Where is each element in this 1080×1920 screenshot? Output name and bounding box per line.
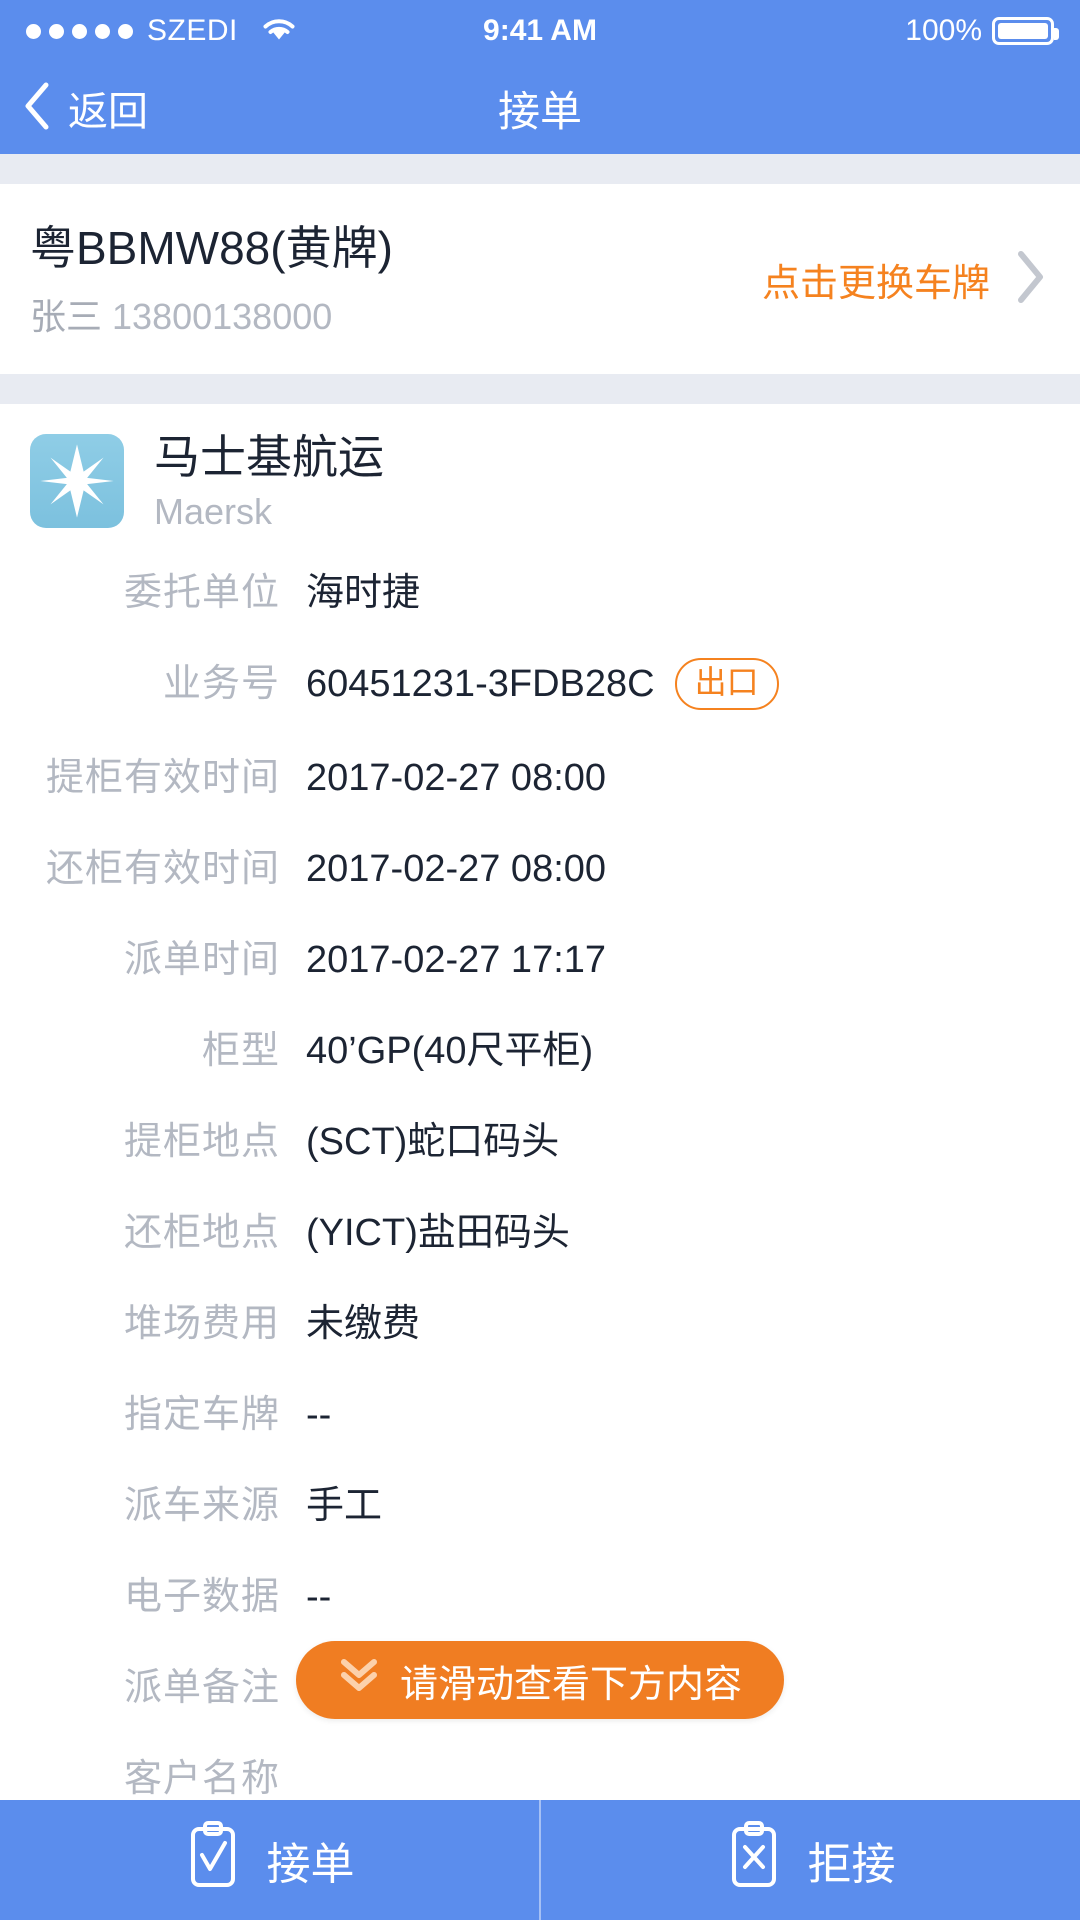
field-label: 电子数据 bbox=[123, 1576, 280, 1619]
order-row-assigned-plate: 指定车牌 -- bbox=[0, 1383, 1080, 1438]
field-value: 未缴费 bbox=[306, 1303, 421, 1346]
field-value: 海时捷 bbox=[306, 571, 421, 614]
status-badge: 出口 bbox=[674, 658, 779, 711]
back-button-label: 返回 bbox=[68, 90, 148, 134]
field-value: 2017-02-27 08:00 bbox=[306, 757, 607, 800]
order-row-pickup-valid-time: 提柜有效时间 2017-02-27 08:00 bbox=[0, 746, 1080, 801]
field-value: 60451231-3FDB28C bbox=[306, 662, 655, 705]
maersk-star-icon bbox=[30, 434, 124, 529]
field-value: -- bbox=[306, 1576, 332, 1619]
plate-number: 粤BBMW88(黄牌) bbox=[30, 222, 393, 274]
field-value-wrap: 未缴费 bbox=[306, 1292, 420, 1347]
section-separator-middle bbox=[0, 373, 1080, 404]
field-value: 2017-02-27 08:00 bbox=[306, 848, 607, 891]
bottom-action-bar: 接单 拒接 bbox=[0, 1800, 1080, 1920]
field-value: (SCT)蛇口码头 bbox=[306, 1121, 560, 1164]
field-value: -- bbox=[306, 1394, 332, 1437]
scroll-hint-label: 请滑动查看下方内容 bbox=[399, 1663, 743, 1706]
wifi-icon bbox=[260, 15, 298, 48]
field-label: 柜型 bbox=[201, 1030, 280, 1073]
field-value: 2017-02-27 17:17 bbox=[306, 939, 607, 982]
signal-strength-icon bbox=[26, 23, 133, 39]
field-value-wrap: 2017-02-27 17:17 bbox=[306, 939, 606, 982]
field-label: 派单时间 bbox=[123, 939, 280, 982]
carrier-names: 马士基航运 Maersk bbox=[154, 430, 384, 533]
page-title: 接单 bbox=[497, 87, 582, 135]
field-value: (YICT)盐田码头 bbox=[306, 1212, 570, 1255]
back-button[interactable]: 返回 bbox=[0, 62, 148, 154]
field-label: 派单备注 bbox=[123, 1667, 280, 1710]
field-value-wrap: (SCT)蛇口码头 bbox=[306, 1110, 559, 1165]
battery-full-icon bbox=[992, 17, 1059, 45]
order-row-customer-name: 客户名称 bbox=[0, 1747, 1080, 1802]
vehicle-plate-card[interactable]: 粤BBMW88(黄牌) 张三 13800138000 点击更换车牌 bbox=[0, 184, 1080, 374]
carrier-label: SZEDI bbox=[147, 14, 238, 47]
field-value-wrap: 手工 bbox=[306, 1474, 382, 1529]
order-row-return-valid-time: 还柜有效时间 2017-02-27 08:00 bbox=[0, 837, 1080, 892]
order-row-business-no: 业务号 60451231-3FDB28C 出口 bbox=[0, 652, 1080, 711]
order-row-pickup-location: 提柜地点 (SCT)蛇口码头 bbox=[0, 1110, 1080, 1165]
field-label: 派车来源 bbox=[123, 1485, 280, 1528]
field-value-wrap: 海时捷 bbox=[306, 561, 420, 616]
nav-bar: 返回 接单 bbox=[0, 62, 1080, 154]
section-separator-top bbox=[0, 154, 1080, 184]
order-row-electronic-data: 电子数据 -- bbox=[0, 1565, 1080, 1620]
carrier-name-en: Maersk bbox=[154, 490, 273, 532]
field-value-wrap: 2017-02-27 08:00 bbox=[306, 848, 606, 891]
reject-order-button[interactable]: 拒接 bbox=[541, 1800, 1080, 1920]
clipboard-x-icon bbox=[726, 1820, 782, 1900]
status-bar: SZEDI 9:41 AM 100% bbox=[0, 0, 1080, 62]
carrier-name-cn: 马士基航运 bbox=[154, 430, 384, 483]
vehicle-plate-info: 粤BBMW88(黄牌) 张三 13800138000 bbox=[30, 220, 762, 340]
order-row-entrust-company: 委托单位 海时捷 bbox=[0, 561, 1080, 616]
order-row-dispatch-source: 派车来源 手工 bbox=[0, 1474, 1080, 1529]
field-label: 业务号 bbox=[162, 662, 280, 705]
field-label: 委托单位 bbox=[123, 571, 280, 614]
clipboard-check-icon bbox=[185, 1820, 241, 1900]
status-bar-left: SZEDI bbox=[26, 14, 298, 48]
double-chevron-down-icon bbox=[338, 1656, 380, 1704]
app-screen: SZEDI 9:41 AM 100% 返回 接单 粤BBMW88(黄牌) 张三 … bbox=[0, 0, 1080, 1920]
driver-name: 张三 bbox=[30, 295, 103, 337]
change-plate-label: 点击更换车牌 bbox=[761, 263, 990, 306]
order-row-return-location: 还柜地点 (YICT)盐田码头 bbox=[0, 1201, 1080, 1256]
field-value-wrap: 2017-02-27 08:00 bbox=[306, 757, 606, 800]
accept-order-button[interactable]: 接单 bbox=[0, 1800, 539, 1920]
field-value-wrap: 60451231-3FDB28C 出口 bbox=[306, 658, 779, 711]
field-label: 还柜有效时间 bbox=[45, 848, 280, 891]
order-row-yard-fee: 堆场费用 未缴费 bbox=[0, 1292, 1080, 1347]
order-detail-panel: 马士基航运 Maersk 委托单位 海时捷 业务号 60451231-3FDB2… bbox=[0, 403, 1080, 1839]
order-row-container-type: 柜型 40’GP(40尺平柜) bbox=[0, 1019, 1080, 1074]
reject-order-label: 拒接 bbox=[807, 1840, 896, 1889]
field-label: 堆场费用 bbox=[123, 1303, 280, 1346]
scroll-hint-button[interactable]: 请滑动查看下方内容 bbox=[295, 1641, 785, 1719]
field-value: 手工 bbox=[306, 1485, 383, 1528]
status-bar-right: 100% bbox=[905, 14, 1059, 48]
field-value-wrap: (YICT)盐田码头 bbox=[306, 1201, 570, 1256]
field-label: 还柜地点 bbox=[123, 1212, 280, 1255]
field-value-wrap: -- bbox=[306, 1576, 331, 1619]
battery-percent-label: 100% bbox=[905, 14, 982, 47]
order-field-list: 委托单位 海时捷 业务号 60451231-3FDB28C 出口 提柜有效时间 … bbox=[0, 539, 1080, 1803]
driver-info: 张三 13800138000 bbox=[30, 288, 762, 340]
field-value: 40’GP(40尺平柜) bbox=[306, 1030, 594, 1073]
order-row-dispatch-time: 派单时间 2017-02-27 17:17 bbox=[0, 928, 1080, 983]
field-label: 指定车牌 bbox=[123, 1394, 280, 1437]
field-label: 提柜有效时间 bbox=[45, 757, 280, 800]
field-value-wrap: -- bbox=[306, 1394, 331, 1437]
carrier-row: 马士基航运 Maersk bbox=[0, 430, 1080, 539]
chevron-right-icon bbox=[1012, 249, 1046, 310]
change-plate-button[interactable]: 点击更换车牌 bbox=[762, 249, 1050, 310]
field-value-wrap: 40’GP(40尺平柜) bbox=[306, 1019, 593, 1074]
field-label: 客户名称 bbox=[123, 1758, 280, 1801]
field-label: 提柜地点 bbox=[123, 1121, 280, 1164]
accept-order-label: 接单 bbox=[266, 1840, 355, 1889]
driver-phone: 13800138000 bbox=[112, 295, 333, 337]
chevron-left-icon bbox=[22, 81, 52, 136]
